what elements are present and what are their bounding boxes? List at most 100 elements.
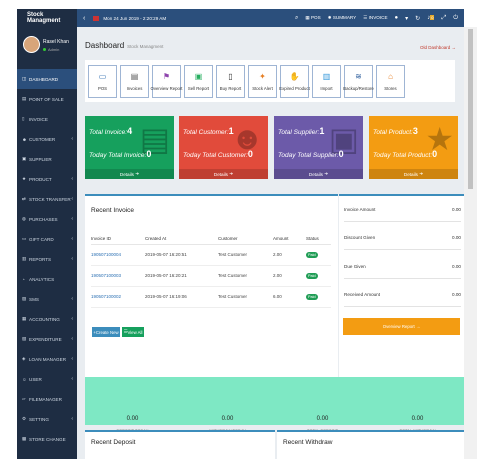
sidebar-item-point-of-sale[interactable]: ▤ POINT OF SALE [17,89,77,109]
status-badge: Paid [306,293,318,300]
table-row: 190507100004 2019-05-07 16:20:51 Test Cu… [91,244,331,266]
sidebar-item-customer[interactable]: ☻ CUSTOMER ‹ [17,129,77,149]
view-all-button[interactable]: ☰ View All [122,327,144,337]
phone-icon: ▯ [228,71,233,81]
card-details-link[interactable]: Details ➜ [274,169,363,179]
refresh-icon[interactable]: ↻ [415,15,420,22]
summary-row-discount: Discount Given 0.00 [344,226,461,250]
arrow-circle-icon: ➜ [324,171,329,176]
quick-buy-report-button[interactable]: ▯ Buy Report [216,65,245,98]
sidebar-item-gift-card[interactable]: ▭ GIFT CARD ‹ [17,229,77,249]
card-total-supplier: ▣ Total Supplier:1 Today Total Supplier:… [274,116,363,179]
sidebar: Rasel Khan Admin ◫ DASHBOARD ▤ POINT OF SA… [17,27,77,459]
search-icon[interactable]: ⌕ [295,15,298,22]
app-brand[interactable]: Stock Managment [17,9,77,27]
main-content: Dashboard Stock Managment Old Dashboard →… [77,27,465,459]
users-icon: ☻ [22,136,27,142]
summary-link[interactable]: ✹ SUMMARY [328,15,357,21]
invoice-link[interactable]: ☰ INVOICE [363,15,387,21]
quick-expired-product-button[interactable]: ✋ Expired Product [279,65,310,98]
arrow-circle-icon: ➜ [419,171,424,176]
quick-import-button[interactable]: ▥ Import [312,65,341,98]
invoice-id-link[interactable]: 190507100002 [91,286,145,308]
card-total-customer: ☻ Total Customer:1 Today Total Customer:… [179,116,268,179]
card-details-link[interactable]: Details ➜ [85,169,174,179]
fullscreen-icon[interactable]: ⤢ [441,15,446,22]
invoice-id-link[interactable]: 190507100004 [91,244,145,266]
invoice-id-link[interactable]: 190507100003 [91,265,145,287]
file-icon: ▯ [22,116,25,121]
table-header: Invoice ID Created At Customer Amount St… [91,234,331,245]
alert-icon: ✦ [259,71,266,81]
card-total-product: ★ Total Product:3 Today Total Product:0 … [369,116,458,179]
monitor-icon: ▭ [98,71,107,81]
recent-withdraw-title: Recent Withdraw [283,439,333,446]
profile-name: Rasel Khan [43,39,69,45]
sidebar-item-store-change[interactable]: ▩ STORE CHANGE [17,429,77,449]
chevron-left-icon[interactable]: ‹ [83,15,85,22]
chevron-left-icon: ‹ [71,356,73,362]
summary-row-invoice-amount: Invoice Amount 0.00 [344,198,461,222]
quick-overview-report-button[interactable]: ⚑ Overview Report [151,65,183,98]
sidebar-item-analytics[interactable]: ◔ ANALYTICS [17,269,77,289]
sidebar-item-invoice[interactable]: ▯ INVOICE [17,109,77,129]
sidebar-item-product[interactable]: ★ PRODUCT ‹ [17,169,77,189]
quick-sell-report-button[interactable]: ▣ Sell Report [184,65,213,98]
quick-stock-alert-button[interactable]: ✦ Stock Alert [248,65,277,98]
quick-stores-button[interactable]: ⌂ Stores [376,65,405,98]
cart-icon: ▤ [22,96,27,101]
sidebar-item-filemanager[interactable]: ▱ FILEMANAGER [17,389,77,409]
old-dashboard-link[interactable]: Old Dashboard → [420,45,456,50]
notification-button[interactable]: ♪0 [427,15,435,21]
recent-invoice-title: Recent Invoice [91,207,134,214]
table-row: 190507100002 2019-05-07 16:19:06 Test Cu… [91,286,331,308]
store-icon: ▩ [22,436,27,441]
quick-links-bar: ▭ POS ▤ Invoices ⚑ Overview Report ▣ Sell Re… [85,60,455,102]
folder-icon: ▱ [22,396,26,401]
hand-icon: ✋ [289,71,300,81]
page-scrollbar[interactable] [464,27,477,459]
card-details-link[interactable]: Details ➜ [179,169,268,179]
arrow-circle-icon: ➜ [135,171,140,176]
sidebar-item-reports[interactable]: ▥ REPORTS ‹ [17,249,77,269]
arrow-circle-icon: ➜ [229,171,234,176]
sell-report-icon: ▣ [194,71,203,81]
chevron-left-icon: ‹ [71,216,73,222]
sidebar-item-purchases[interactable]: ◍ PURCHASES ‹ [17,209,77,229]
sidebar-item-dashboard[interactable]: ◫ DASHBOARD [17,69,77,89]
sidebar-item-sms[interactable]: ▨ SMS ‹ [17,289,77,309]
download-icon[interactable]: ▾ [405,15,408,22]
sidebar-item-accounting[interactable]: ▦ ACCOUNTING ‹ [17,309,77,329]
user-icon: ☺ [22,376,27,382]
sidebar-item-user[interactable]: ☺ USER ‹ [17,369,77,389]
create-new-button[interactable]: + Create New [92,327,120,337]
sidebar-item-stock-transfer[interactable]: ⇄ STOCK TRANSFER ‹ [17,189,77,209]
pos-link[interactable]: ▦ POS [305,15,320,21]
sidebar-item-loan-manager[interactable]: ◈ LOAN MANAGER ‹ [17,349,77,369]
dashboard-icon: ◫ [22,76,27,81]
sidebar-item-supplier[interactable]: ▣ SUPPLIER [17,149,77,169]
status-badge: Paid [306,251,318,258]
paint-icon[interactable]: ● [395,15,399,21]
quick-backup-restore-button[interactable]: ≋ Backup/Restore [343,65,374,98]
database-icon: ≋ [355,71,362,81]
message-icon: ▨ [22,296,27,301]
avatar[interactable] [23,36,40,53]
quick-pos-button[interactable]: ▭ POS [88,65,117,98]
overview-report-button[interactable]: Overview Report → [343,318,460,335]
top-nav: ‹ Mon 24 Jun 2019 - 2:20:29 AM ⌕ ▦ POS ✹… [77,9,464,27]
quick-invoices-button[interactable]: ▤ Invoices [120,65,149,98]
logout-icon[interactable]: ⏻ [453,15,458,22]
summary-panel: Invoice Amount 0.00 Discount Given 0.00 Du… [339,194,465,391]
card-details-link[interactable]: Details ➜ [369,169,458,179]
flag-icon[interactable] [93,15,100,21]
scrollbar-thumb[interactable] [468,29,473,189]
table-row: 190507100003 2019-05-07 16:20:21 Test Cu… [91,265,331,287]
chevron-left-icon: ‹ [71,296,73,302]
notification-badge: 0 [430,15,435,20]
sidebar-item-expenditure[interactable]: ▧ EXPENDITURE ‹ [17,329,77,349]
recent-deposit-title: Recent Deposit [91,439,136,446]
truck-icon: ▣ [22,156,27,161]
sidebar-item-setting[interactable]: ⚙ SETTING ‹ [17,409,77,429]
chevron-left-icon: ‹ [71,256,73,262]
